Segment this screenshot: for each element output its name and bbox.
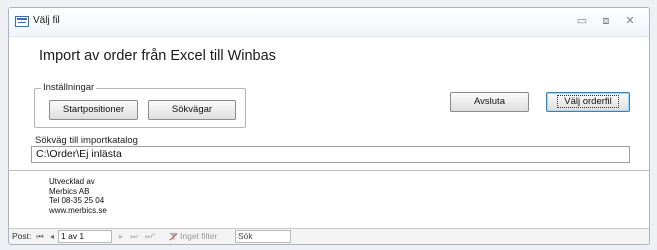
- first-record-icon[interactable]: ⏮: [35, 231, 45, 242]
- search-paths-button[interactable]: Sökvägar: [148, 100, 236, 120]
- previous-record-icon[interactable]: ◂: [47, 231, 57, 242]
- path-label: Sökväg till importkatalog: [35, 135, 138, 146]
- filter-status[interactable]: Inget filter: [180, 231, 217, 242]
- info-line: Utvecklad av: [49, 177, 95, 186]
- record-position-field[interactable]: 1 av 1: [58, 230, 112, 243]
- filter-icon: [169, 232, 178, 241]
- info-website: www.merbics.se: [49, 205, 107, 215]
- start-positions-button[interactable]: Startpositioner: [49, 100, 138, 120]
- record-navigation-bar: Post: ⏮ ◂ 1 av 1 ▸ ⏭ ⏭* Inget filter Sök: [9, 228, 649, 244]
- title-bar[interactable]: Välj fil ▭ ⧈ ✕: [9, 8, 649, 37]
- last-record-icon[interactable]: ⏭: [129, 231, 139, 242]
- settings-group: Inställningar Startpositioner Sökvägar: [34, 82, 246, 128]
- next-record-icon[interactable]: ▸: [116, 231, 126, 242]
- minimize-icon[interactable]: ▭: [575, 15, 589, 27]
- form-icon: [15, 16, 29, 27]
- record-label: Post:: [12, 231, 32, 241]
- import-path-field[interactable]: C:\Order\Ej inlästa: [31, 146, 630, 163]
- info-company: Merbics AB: [49, 186, 90, 196]
- new-record-icon[interactable]: ⏭*: [143, 231, 157, 242]
- cancel-button[interactable]: Avsluta: [450, 92, 529, 112]
- info-phone: Tel 08-35 25 04: [49, 196, 105, 205]
- close-icon[interactable]: ✕: [623, 15, 637, 27]
- dialog-window: Välj fil ▭ ⧈ ✕ Import av order från Exce…: [8, 7, 650, 245]
- search-input[interactable]: Sök: [235, 230, 291, 243]
- divider: [9, 170, 649, 171]
- choose-file-label: Välj orderfil: [557, 95, 619, 108]
- restore-icon[interactable]: ⧈: [599, 15, 613, 27]
- window-title: Välj fil: [33, 15, 60, 26]
- settings-group-label: Inställningar: [41, 82, 97, 93]
- page-title: Import av order från Excel till Winbas: [39, 48, 276, 64]
- choose-file-button[interactable]: Välj orderfil: [546, 92, 630, 112]
- developer-info: Utvecklad av Merbics AB Tel 08-35 25 04 …: [49, 177, 107, 215]
